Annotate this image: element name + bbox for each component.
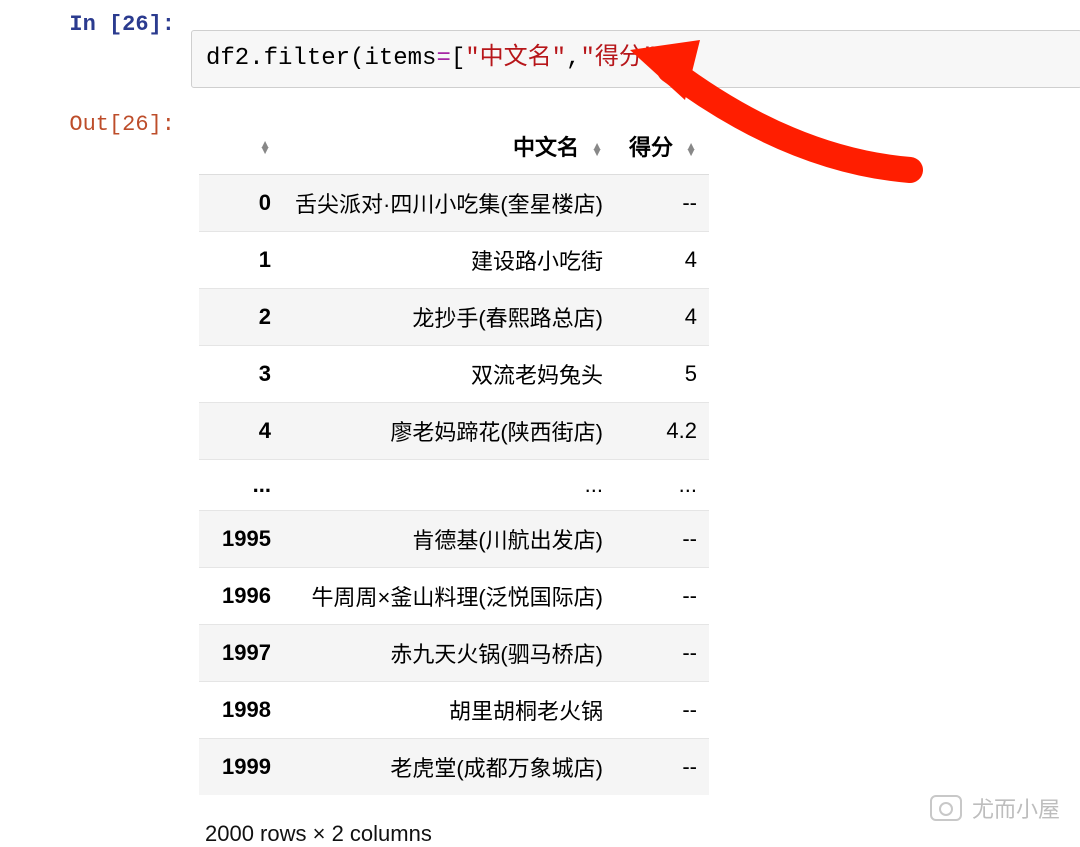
cell-name: 牛周周×釜山料理(泛悦国际店) (283, 568, 615, 625)
cell-name: 胡里胡桐老火锅 (283, 682, 615, 739)
string-literal: "中文名" (465, 45, 566, 72)
sort-icon[interactable]: ▲▼ (259, 141, 271, 153)
header-score-label: 得分 (629, 135, 673, 160)
cell-name: 老虎堂(成都万象城店) (283, 739, 615, 796)
row-index: 1998 (199, 682, 283, 739)
table-body: 0舌尖派对·四川小吃集(奎星楼店)-- 1建设路小吃街4 2龙抄手(春熙路总店)… (199, 175, 709, 796)
equals-token: = (436, 45, 450, 72)
row-index: 4 (199, 403, 283, 460)
cell-score: -- (615, 682, 709, 739)
table-row: 3双流老妈兔头5 (199, 346, 709, 403)
code-kwarg: items (364, 45, 436, 72)
paren-close: ) (672, 45, 686, 72)
sort-icon[interactable]: ▲▼ (591, 143, 603, 155)
row-index: 1995 (199, 511, 283, 568)
cell-name: 龙抄手(春熙路总店) (283, 289, 615, 346)
row-index: 1996 (199, 568, 283, 625)
table-row: 1998胡里胡桐老火锅-- (199, 682, 709, 739)
dataframe-table: ▲▼ 中文名 ▲▼ 得分 ▲▼ 0舌尖派对·四川小吃集(奎星楼店)-- (199, 118, 709, 795)
comma-token: , (566, 45, 580, 72)
sort-icon[interactable]: ▲▼ (685, 143, 697, 155)
table-row: 1建设路小吃街4 (199, 232, 709, 289)
cell-score: -- (615, 568, 709, 625)
dataframe-summary: 2000 rows × 2 columns (205, 821, 709, 847)
header-name-label: 中文名 (513, 135, 579, 160)
header-score[interactable]: 得分 ▲▼ (615, 118, 709, 175)
string-literal: "得分" (580, 45, 657, 72)
cell-name: ... (283, 460, 615, 511)
row-index: 1 (199, 232, 283, 289)
code-token: df2.filter (206, 45, 350, 72)
header-name[interactable]: 中文名 ▲▼ (283, 118, 615, 175)
cell-name: 肯德基(川航出发店) (283, 511, 615, 568)
cell-name: 赤九天火锅(驷马桥店) (283, 625, 615, 682)
input-cell: In [26]: df2.filter(items=["中文名","得分"]) (0, 0, 1080, 88)
code-input[interactable]: df2.filter(items=["中文名","得分"]) (191, 30, 1080, 88)
cell-name: 双流老妈兔头 (283, 346, 615, 403)
wechat-icon (930, 795, 962, 821)
table-row: 2龙抄手(春熙路总店)4 (199, 289, 709, 346)
table-row: ......... (199, 460, 709, 511)
cell-score: 5 (615, 346, 709, 403)
cell-score: -- (615, 175, 709, 232)
row-index: 3 (199, 346, 283, 403)
row-index: 1997 (199, 625, 283, 682)
cell-score: 4.2 (615, 403, 709, 460)
cell-name: 建设路小吃街 (283, 232, 615, 289)
table-row: 1999老虎堂(成都万象城店)-- (199, 739, 709, 796)
output-cell: Out[26]: ▲▼ 中文名 ▲▼ 得分 ▲▼ (0, 100, 1080, 847)
cell-score: -- (615, 511, 709, 568)
row-index: 1999 (199, 739, 283, 796)
cell-score: 4 (615, 232, 709, 289)
table-row: 0舌尖派对·四川小吃集(奎星楼店)-- (199, 175, 709, 232)
bracket-open: [ (451, 45, 465, 72)
watermark-text: 尤而小屋 (972, 792, 1060, 824)
table-row: 1995肯德基(川航出发店)-- (199, 511, 709, 568)
header-index[interactable]: ▲▼ (199, 118, 283, 175)
output-prompt: Out[26]: (0, 100, 191, 141)
row-index: 2 (199, 289, 283, 346)
watermark: 尤而小屋 (930, 792, 1060, 824)
cell-name: 廖老妈蹄花(陕西街店) (283, 403, 615, 460)
cell-score: -- (615, 739, 709, 796)
table-row: 1997赤九天火锅(驷马桥店)-- (199, 625, 709, 682)
header-row: ▲▼ 中文名 ▲▼ 得分 ▲▼ (199, 118, 709, 175)
paren-open: ( (350, 45, 364, 72)
cell-score: -- (615, 625, 709, 682)
cell-score: 4 (615, 289, 709, 346)
table-row: 1996牛周周×釜山料理(泛悦国际店)-- (199, 568, 709, 625)
cell-score: ... (615, 460, 709, 511)
bracket-close: ] (657, 45, 671, 72)
table-row: 4廖老妈蹄花(陕西街店)4.2 (199, 403, 709, 460)
cell-name: 舌尖派对·四川小吃集(奎星楼店) (283, 175, 615, 232)
input-prompt: In [26]: (0, 0, 191, 41)
row-index: 0 (199, 175, 283, 232)
row-index: ... (199, 460, 283, 511)
